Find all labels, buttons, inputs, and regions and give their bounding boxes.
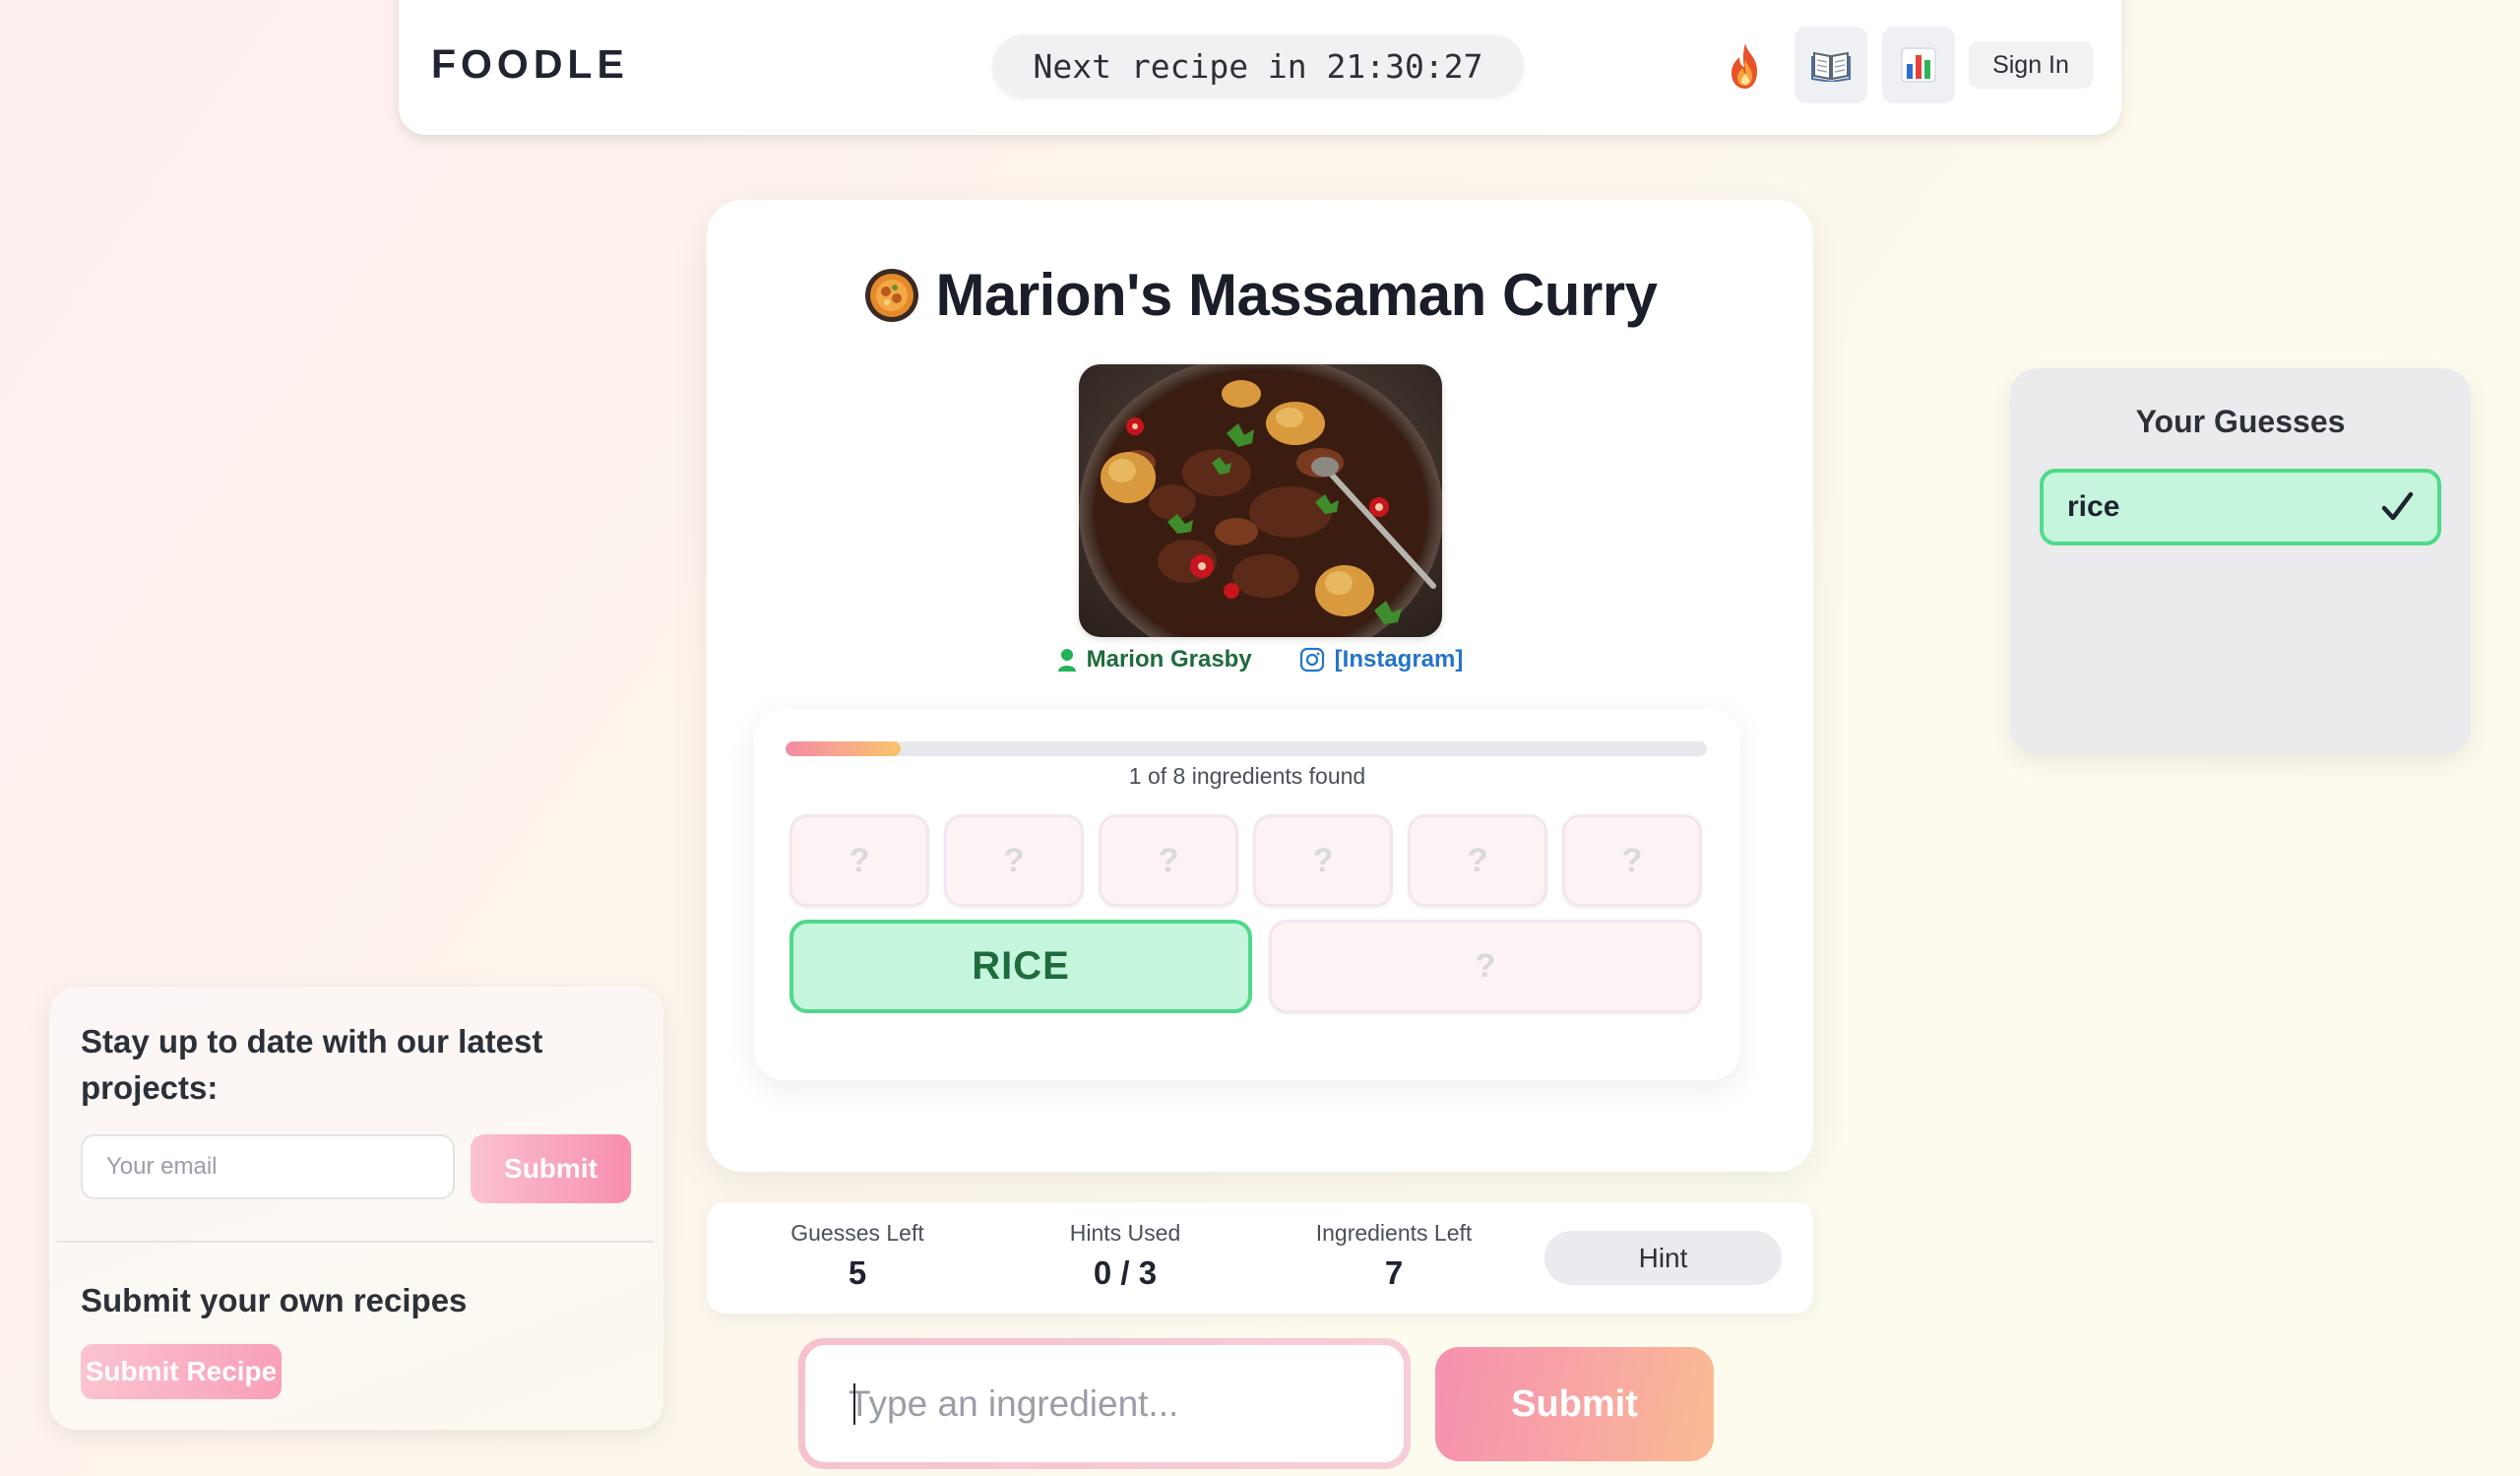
ingredient-slot-hidden: ? bbox=[1408, 814, 1547, 907]
newsletter-submit-button[interactable]: Submit bbox=[471, 1134, 631, 1203]
ingredient-slot-hidden: ? bbox=[789, 814, 929, 907]
stat-guesses-left: Guesses Left 5 bbox=[749, 1220, 966, 1292]
progress-text: 1 of 8 ingredients found bbox=[1128, 763, 1366, 789]
submit-recipe-button[interactable]: Submit Recipe bbox=[81, 1344, 282, 1399]
author-name: Marion Grasby bbox=[1086, 646, 1252, 673]
newsletter-card: Stay up to date with our latest projects… bbox=[49, 987, 663, 1430]
game-stats-bar: Guesses Left 5 Hints Used 0 / 3 Ingredie… bbox=[707, 1202, 1813, 1314]
divider bbox=[57, 1241, 654, 1243]
ingredient-slot-hidden: ? bbox=[1253, 814, 1393, 907]
ingredient-input-wrapper bbox=[798, 1338, 1411, 1469]
checkmark-icon bbox=[2381, 491, 2414, 521]
progress-bar bbox=[786, 741, 1707, 756]
recipe-title: Marion's Massaman Curry bbox=[935, 262, 1658, 328]
ingredient-slot-hidden: ? bbox=[1099, 814, 1238, 907]
dish-image bbox=[1079, 364, 1442, 637]
guess-text: rice bbox=[2067, 490, 2120, 523]
ingredient-slot-hidden: ? bbox=[1562, 814, 1702, 907]
fire-icon[interactable] bbox=[1718, 39, 1773, 95]
newsletter-title: Stay up to date with our latest projects… bbox=[81, 1023, 543, 1106]
ingredient-slot-hidden: ? bbox=[1269, 920, 1702, 1013]
guesses-title: Your Guesses bbox=[2135, 404, 2346, 439]
email-field[interactable] bbox=[81, 1134, 455, 1199]
recipe-book-button[interactable] bbox=[1795, 27, 1867, 103]
text-caret bbox=[853, 1383, 855, 1425]
stat-label: Hints Used bbox=[1069, 1220, 1181, 1246]
ingredient-input[interactable] bbox=[805, 1345, 1404, 1462]
instagram-icon bbox=[1299, 647, 1324, 673]
stat-hints-used: Hints Used 0 / 3 bbox=[1017, 1220, 1233, 1292]
stat-label: Guesses Left bbox=[790, 1220, 924, 1246]
ingredients-panel: 1 of 8 ingredients found ? ? ? ? ? ? RIC… bbox=[754, 709, 1740, 1080]
guess-item: rice bbox=[2040, 469, 2441, 545]
recipe-title-row: Marion's Massaman Curry bbox=[707, 261, 1813, 329]
instagram-link[interactable]: [Instagram] bbox=[1299, 646, 1464, 674]
bar-chart-icon bbox=[1901, 47, 1936, 83]
app-logo[interactable]: FOODLE bbox=[431, 41, 629, 88]
person-icon bbox=[1057, 649, 1076, 672]
stat-value: 5 bbox=[848, 1254, 867, 1291]
recipe-credits: Marion Grasby [Instagram] bbox=[707, 646, 1813, 674]
stat-value: 0 / 3 bbox=[1093, 1254, 1158, 1291]
submit-recipes-heading: Submit your own recipes bbox=[81, 1282, 468, 1318]
instagram-label[interactable]: [Instagram] bbox=[1335, 646, 1464, 674]
hint-button[interactable]: Hint bbox=[1544, 1231, 1782, 1285]
stat-ingredients-left: Ingredients Left 7 bbox=[1286, 1220, 1502, 1292]
author: Marion Grasby bbox=[1057, 646, 1252, 674]
submit-guess-button[interactable]: Submit bbox=[1435, 1347, 1714, 1461]
ingredient-slot-hidden: ? bbox=[944, 814, 1084, 907]
recipe-card: Marion's Massaman Curry Marion Grasby [I… bbox=[707, 200, 1813, 1172]
guesses-panel: Your Guesses rice bbox=[2010, 368, 2471, 754]
top-header: FOODLE Next recipe in 21:30:27 Sign In bbox=[399, 0, 2121, 135]
curry-bowl-icon bbox=[865, 268, 919, 322]
book-icon bbox=[1811, 51, 1851, 82]
sign-in-button[interactable]: Sign In bbox=[1969, 41, 2093, 89]
stat-value: 7 bbox=[1384, 1254, 1404, 1291]
statistics-button[interactable] bbox=[1882, 27, 1955, 103]
next-recipe-timer: Next recipe in 21:30:27 bbox=[992, 34, 1524, 97]
progress-fill bbox=[786, 741, 901, 756]
stat-label: Ingredients Left bbox=[1315, 1220, 1473, 1246]
ingredient-slot-found: RICE bbox=[789, 920, 1252, 1013]
